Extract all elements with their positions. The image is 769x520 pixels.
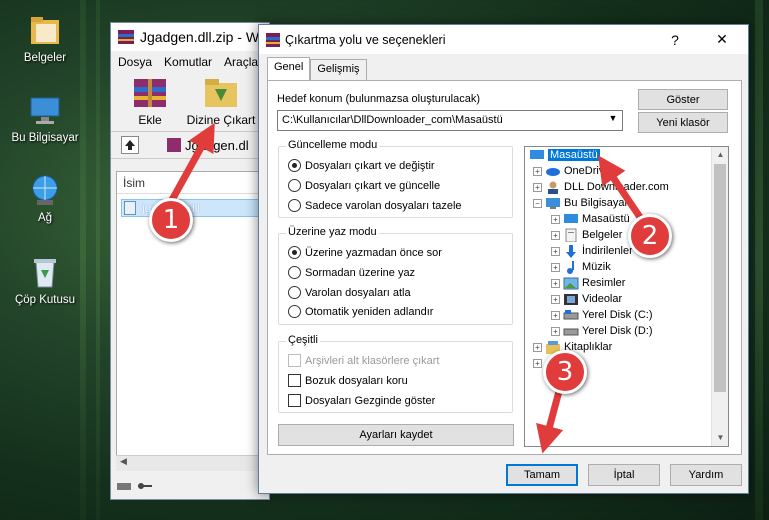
annotation-arrows — [168, 122, 653, 454]
step-badge-2: 2 — [628, 214, 672, 258]
arrow-1 — [168, 122, 215, 202]
step-badge-3: 3 — [543, 350, 587, 394]
step-badge-1: 1 — [149, 198, 193, 242]
